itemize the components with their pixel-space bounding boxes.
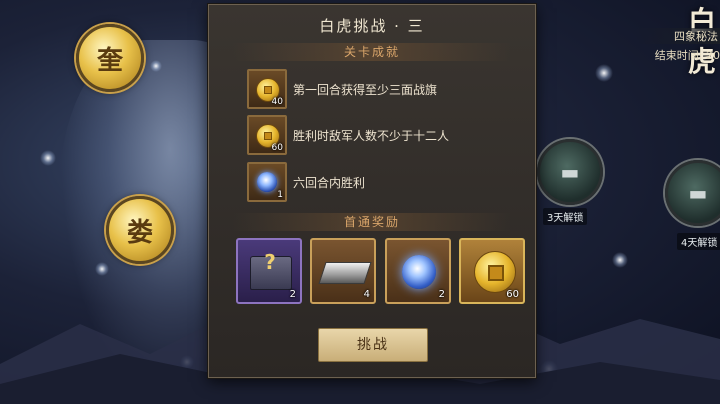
event-end-time: 结束时间: 20 xyxy=(654,49,720,62)
medal-label: 奎 xyxy=(96,45,123,76)
silver-ingot-icon xyxy=(318,262,372,284)
unlock-countdown: 3天解锁 xyxy=(543,208,588,225)
event-subtitle: 四象秘法 xyxy=(636,28,720,44)
reward-quantity: 1 xyxy=(277,190,283,200)
constellation-medal-lou[interactable]: 娄 xyxy=(106,196,174,264)
blue-orb-icon xyxy=(402,255,436,289)
reward-item-coin[interactable]: 60 xyxy=(459,238,525,304)
constellation-medal-kui[interactable]: 奎 xyxy=(76,24,144,92)
dialog-title: 白虎挑战 · 三 xyxy=(319,17,425,35)
sparkle xyxy=(612,252,628,268)
reward-quantity: 2 xyxy=(289,289,296,300)
locked-stage-node[interactable]: ▬ xyxy=(537,139,603,205)
reward-quantity: 40 xyxy=(271,97,283,107)
reward-quantity: 60 xyxy=(506,289,519,300)
first-clear-rewards-header: 首通奖励 xyxy=(233,213,511,231)
achievement-text: 第一回合获得至少三面战旗 xyxy=(293,82,438,97)
reward-slot[interactable]: 60 xyxy=(247,115,287,155)
challenge-button[interactable]: 挑战 xyxy=(318,328,428,362)
reward-slot[interactable]: 40 xyxy=(247,69,287,109)
lock-icon: ▬ xyxy=(560,160,580,184)
reward-item-ingot[interactable]: 4 xyxy=(310,238,376,304)
achievement-row: 40 第一回合获得至少三面战旗 xyxy=(247,69,437,109)
blue-orb-icon xyxy=(257,172,277,192)
achievement-row: 60 胜利时敌军人数不少于十二人 xyxy=(247,115,449,155)
unlock-countdown: 4天解锁 xyxy=(677,233,720,250)
reward-slot[interactable]: 1 xyxy=(247,162,287,202)
question-mark-icon: ? xyxy=(264,250,276,274)
reward-item-chest[interactable]: ? 2 xyxy=(236,238,302,304)
medal-label: 娄 xyxy=(126,217,153,248)
achievement-row: 1 六回合内胜利 xyxy=(247,162,365,202)
lock-icon: ▬ xyxy=(688,181,708,205)
sparkle xyxy=(95,262,109,276)
sparkle xyxy=(595,64,613,82)
sparkle xyxy=(150,60,162,72)
reward-quantity: 2 xyxy=(438,289,445,300)
achievement-text: 六回合内胜利 xyxy=(293,175,366,190)
gold-coin-icon xyxy=(474,251,516,293)
sparkle xyxy=(40,150,56,166)
reward-item-orb[interactable]: 2 xyxy=(385,238,451,304)
achievement-text: 胜利时敌军人数不少于十二人 xyxy=(293,128,450,143)
achievements-header: 关卡成就 xyxy=(233,43,511,61)
reward-quantity: 60 xyxy=(271,143,283,153)
reward-quantity: 4 xyxy=(363,289,370,300)
challenge-dialog: 白虎挑战 · 三 关卡成就 40 第一回合获得至少三面战旗 60 胜利时敌军人数… xyxy=(208,4,536,378)
